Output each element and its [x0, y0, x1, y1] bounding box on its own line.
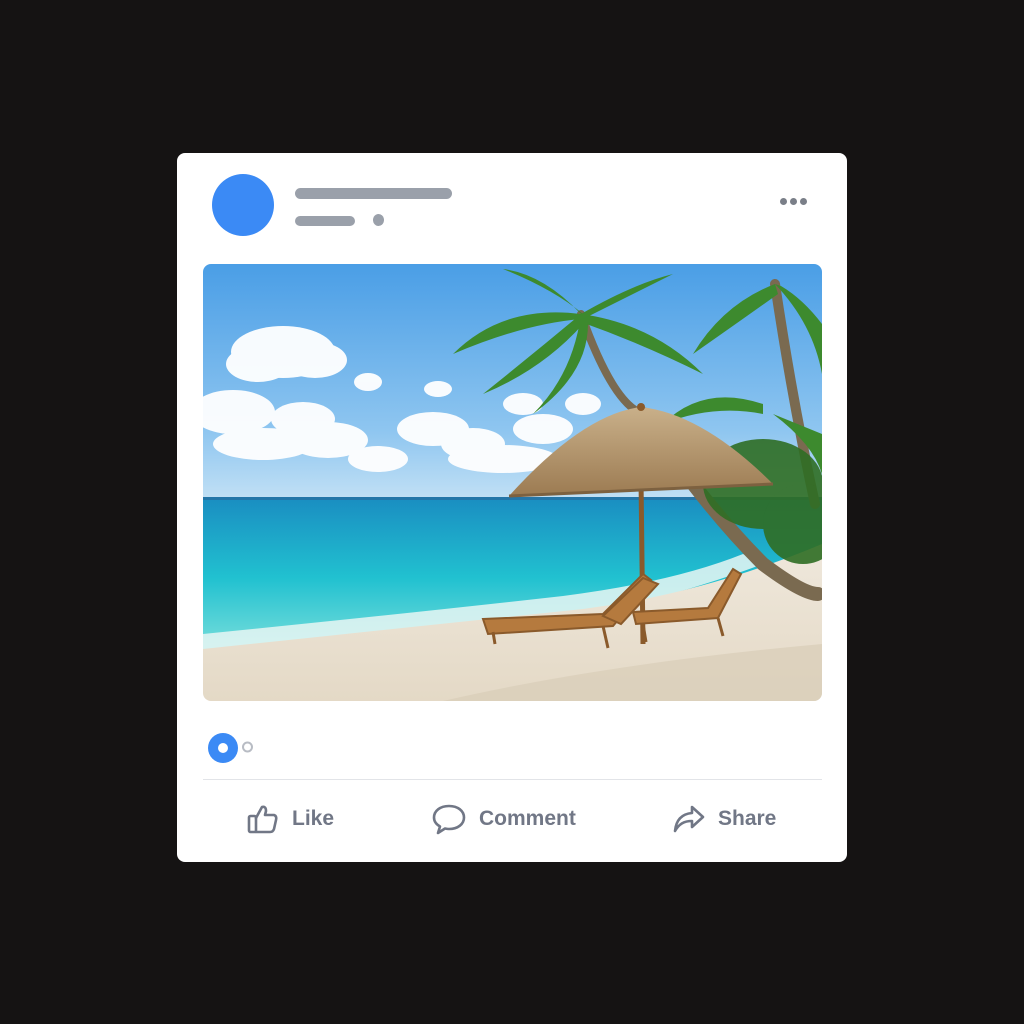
timestamp-placeholder: [295, 216, 355, 226]
speech-bubble-icon: [432, 804, 466, 835]
avatar[interactable]: [212, 174, 274, 236]
like-button[interactable]: Like: [246, 790, 334, 848]
more-options-button[interactable]: [773, 191, 813, 211]
beach-photo: [203, 264, 822, 701]
privacy-icon: [373, 214, 384, 226]
reaction-summary[interactable]: [208, 731, 268, 763]
divider: [203, 779, 822, 780]
post-actions: Like Comment Share: [203, 790, 822, 848]
post-card: Like Comment Share: [177, 153, 847, 862]
post-image[interactable]: [203, 264, 822, 701]
like-label: Like: [292, 807, 335, 830]
more-horizontal-icon: [779, 197, 787, 205]
author-name-placeholder[interactable]: [295, 188, 452, 199]
share-arrow-icon: [673, 805, 705, 833]
share-label: Share: [718, 807, 777, 830]
share-button[interactable]: Share: [672, 790, 776, 848]
like-reaction-icon: [208, 733, 238, 763]
comment-button[interactable]: Comment: [431, 790, 576, 848]
secondary-reaction-icon: [242, 741, 253, 753]
thumbs-up-icon: [247, 805, 278, 834]
comment-label: Comment: [479, 807, 576, 830]
